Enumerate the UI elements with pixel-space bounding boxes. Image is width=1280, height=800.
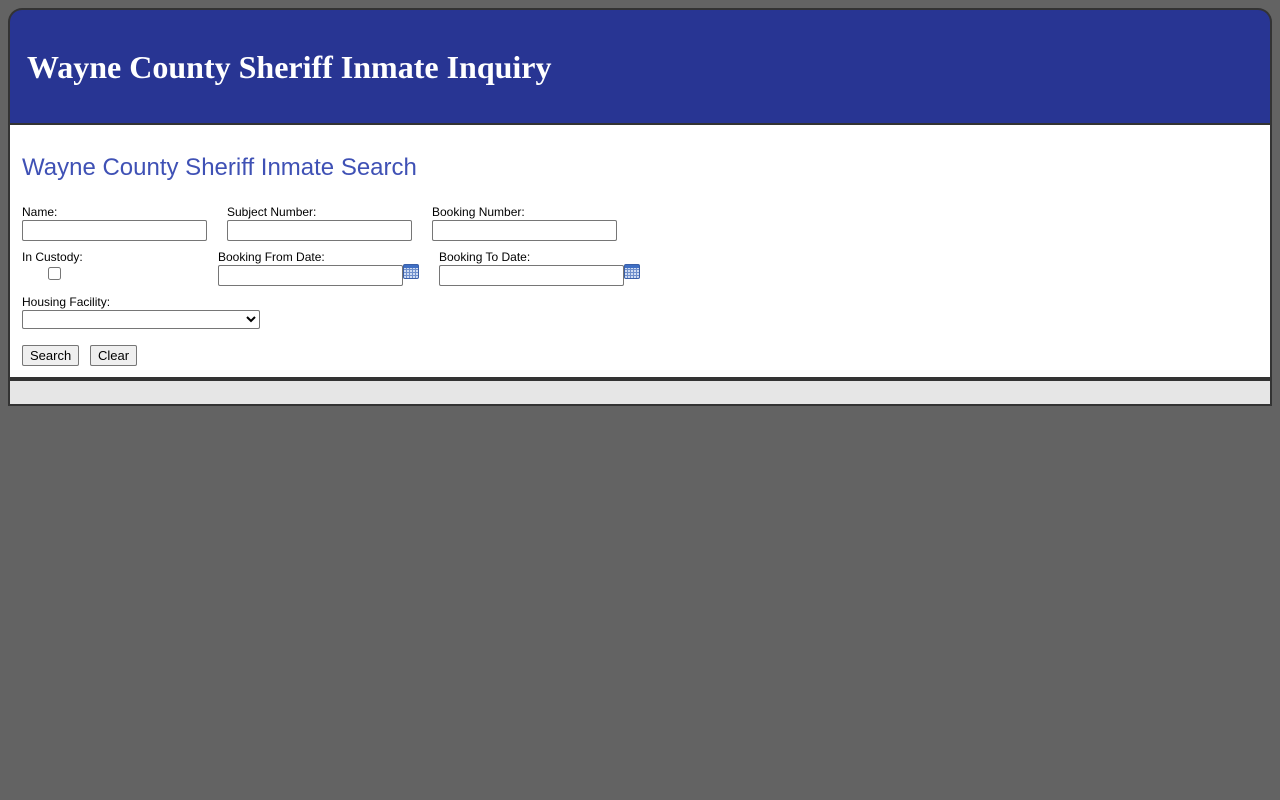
in-custody-checkbox[interactable] [48,267,61,280]
booking-number-input[interactable] [432,220,617,241]
housing-facility-select[interactable] [22,310,260,329]
housing-facility-label: Housing Facility: [22,295,111,309]
calendar-icon[interactable] [624,264,640,279]
booking-to-date-label: Booking To Date: [439,250,531,264]
booking-from-date-wrapper [218,264,423,287]
booking-number-label: Booking Number: [432,205,525,219]
name-input[interactable] [22,220,207,241]
booking-number-field-group: Booking Number: [432,205,617,241]
booking-to-date-wrapper [439,264,644,287]
page-footer [8,379,1272,406]
booking-from-date-input[interactable] [218,265,403,286]
calendar-icon[interactable] [403,264,419,279]
app-window: Wayne County Sheriff Inmate Inquiry Wayn… [8,8,1272,406]
page-header: Wayne County Sheriff Inmate Inquiry [8,8,1272,125]
name-label: Name: [22,205,58,219]
search-heading: Wayne County Sheriff Inmate Search [22,154,417,181]
booking-to-date-input[interactable] [439,265,624,286]
booking-from-date-field-group: Booking From Date: [218,250,423,287]
booking-from-date-label: Booking From Date: [218,250,325,264]
in-custody-field-group: In Custody: [22,250,172,286]
subject-number-field-group: Subject Number: [227,205,412,241]
booking-to-date-field-group: Booking To Date: [439,250,644,287]
subject-number-label: Subject Number: [227,205,317,219]
clear-button[interactable]: Clear [90,345,138,366]
page-title: Wayne County Sheriff Inmate Inquiry [27,49,552,85]
search-panel: Wayne County Sheriff Inmate Search Name:… [8,123,1272,379]
name-field-group: Name: [22,205,207,241]
housing-facility-field-group: Housing Facility: [22,295,260,329]
in-custody-label: In Custody: [22,250,83,264]
subject-number-input[interactable] [227,220,412,241]
search-button[interactable]: Search [22,345,80,366]
